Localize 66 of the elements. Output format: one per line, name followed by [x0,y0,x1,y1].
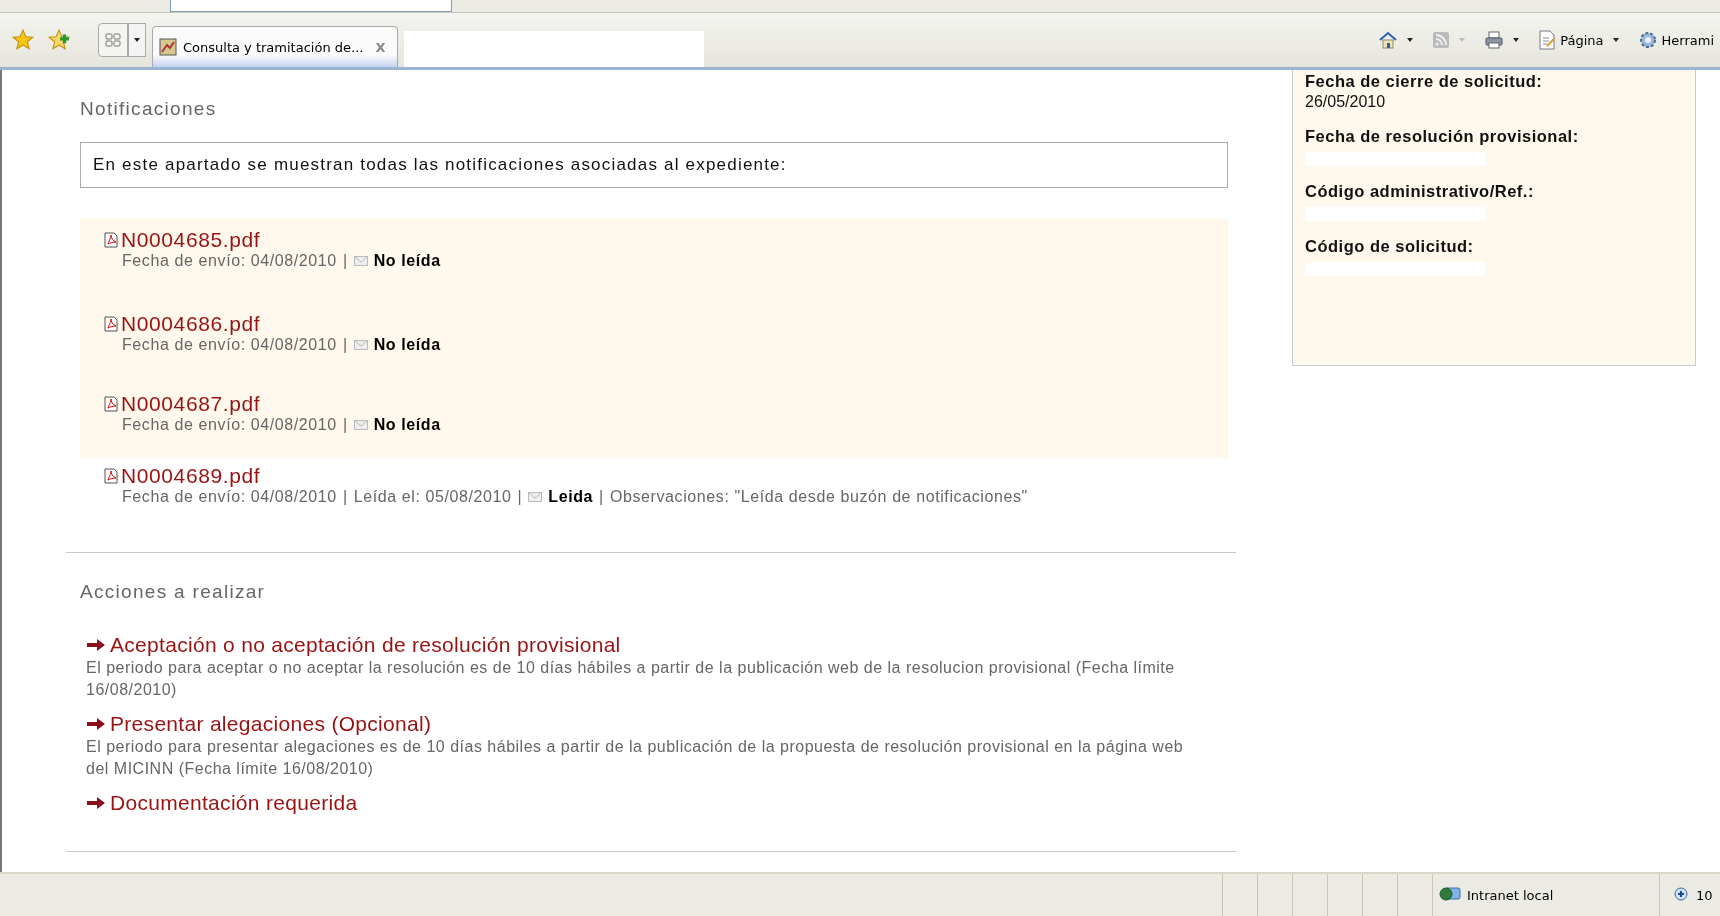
section-heading: Notificaciones [80,98,218,120]
arrow-icon [86,717,106,732]
arrow-icon [86,796,106,811]
tab-list-button[interactable] [128,23,146,57]
zoom-level[interactable]: 10 [1696,887,1713,903]
meta-text: Fecha de envío: 04/08/2010 [122,488,337,506]
browser-tab[interactable]: Consulta y tramitación de... X [152,26,399,67]
field-value: 26/05/2010 [1305,93,1387,111]
separator: | [599,488,604,506]
field-label: Código administrativo/Ref.: [1305,182,1535,201]
add-favorite-icon[interactable] [48,29,70,51]
separator: | [342,252,348,270]
separator: | [517,488,523,506]
meta-text: Leída el: 05/08/2010 [353,488,512,506]
envelope-icon [353,256,368,266]
read-status: No leída [373,336,441,354]
printer-icon [1484,30,1505,50]
separator: | [342,488,348,506]
pdf-icon [104,396,118,412]
envelope-icon [353,420,368,430]
quick-tabs-button[interactable] [98,23,128,57]
globe-computer-icon [1439,886,1461,904]
pdf-icon [104,468,118,484]
caret-icon [133,36,141,44]
action-link[interactable]: Documentación requerida [110,791,358,816]
file-link[interactable]: N0004686.pdf [121,312,261,336]
file-link[interactable]: N0004689.pdf [121,464,261,488]
separator: | [342,336,348,354]
file-link[interactable]: N0004687.pdf [121,392,261,416]
action-link[interactable]: Aceptación o no aceptación de resolución provisional [110,633,621,657]
page-menu-button[interactable]: Página [1532,30,1626,50]
tab-title: Consulta y tramitación de... [183,39,364,55]
tools-menu-button[interactable]: Herrami [1631,30,1720,50]
meta-text: Fecha de envío: 04/08/2010 [122,416,337,434]
read-status: No leída [373,252,441,270]
pdf-icon [104,316,118,332]
caret-icon [1458,36,1467,44]
tab-grid-icon [105,32,121,48]
separator: | [342,416,348,434]
intro-text: En este apartado se muestran todas las notificaciones asociadas al expediente: [80,142,1228,188]
field-label: Fecha de cierre de solicitud: [1305,72,1544,91]
caret-icon [1406,36,1415,44]
meta-text: Fecha de envío: 04/08/2010 [122,252,337,270]
zoom-icon[interactable] [1674,887,1690,903]
action-description: El periodo para presentar alegaciones es de 10 días hábiles a partir de la publicación de la propuesta de resolución provisional en la página web del MICINN (Fecha límite 16/08/2010) [86,737,1185,779]
arrow-icon [86,638,106,652]
feed-icon [1432,31,1451,49]
meta-text: Observaciones: "Leída desde buzón de notificaciones" [609,488,1028,506]
envelope-icon [528,492,543,502]
file-link[interactable]: N0004685.pdf [121,228,261,252]
caret-icon [1512,36,1521,44]
caret-icon [1611,36,1620,44]
star-icon[interactable] [12,29,34,51]
field-label: Código de solicitud: [1305,237,1475,256]
home-icon [1378,30,1399,50]
gear-icon [1637,30,1658,50]
action-link[interactable]: Presentar alegaciones (Opcional) [110,712,432,737]
meta-text: Fecha de envío: 04/08/2010 [122,336,337,354]
read-status: Leida [548,488,594,506]
envelope-icon [353,340,368,350]
field-label: Fecha de resolución provisional: [1305,127,1580,146]
security-zone: Intranet local [1467,887,1554,903]
read-status: No leída [373,416,441,434]
section-heading: Acciones a realizar [80,581,267,603]
action-description: El periodo para aceptar o no aceptar la resolución es de 10 días hábiles a partir de la publicación web de la resolucion provisional (Fecha límite 16/08/2010) [86,658,1176,700]
pdf-icon [104,232,118,248]
